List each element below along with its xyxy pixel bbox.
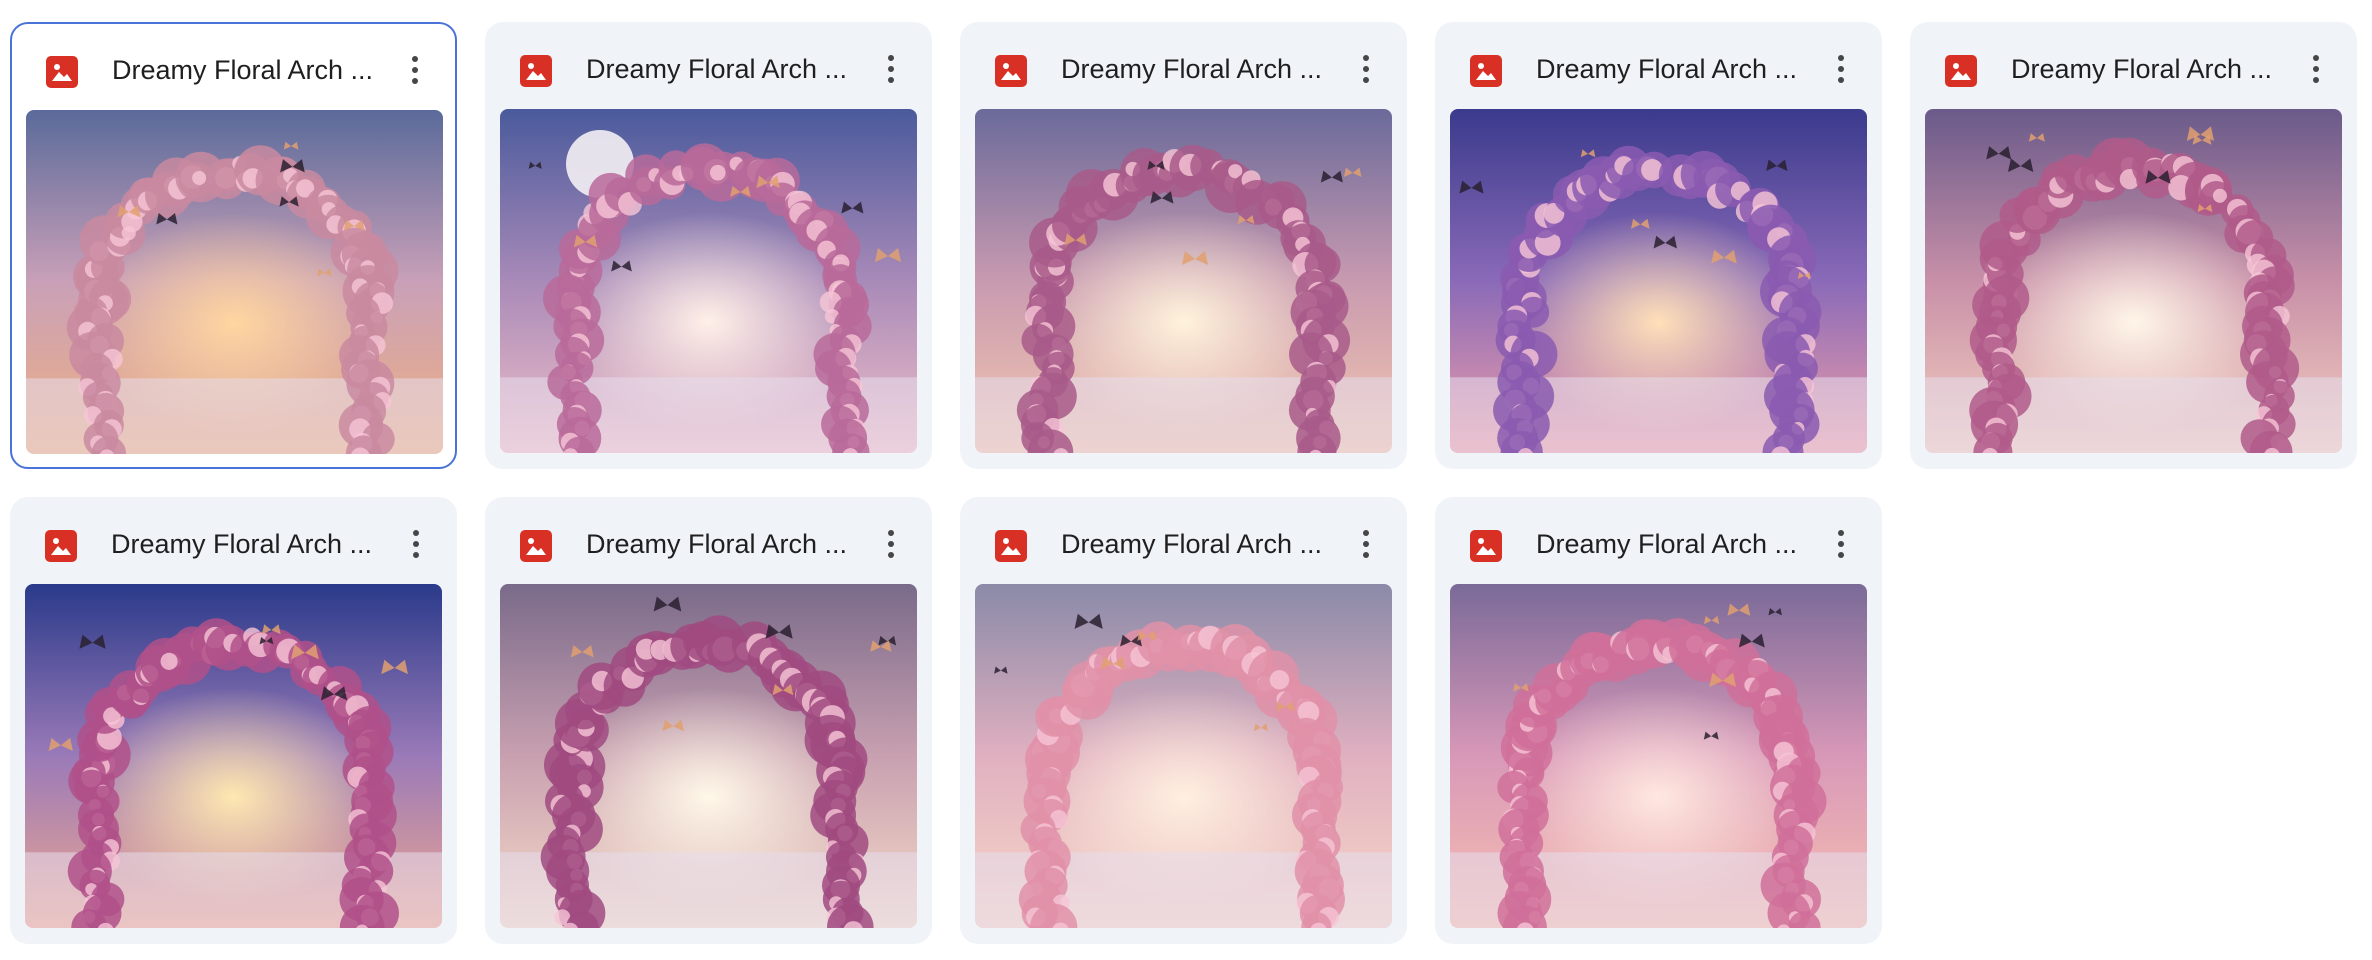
file-thumbnail[interactable] <box>500 584 917 928</box>
image-file-icon <box>1470 55 1502 87</box>
file-tile-header: Dreamy Floral Arch ... <box>12 24 455 110</box>
file-tile-header: Dreamy Floral Arch ... <box>961 23 1406 109</box>
file-name: Dreamy Floral Arch ... <box>586 54 848 84</box>
file-name: Dreamy Floral Arch ... <box>1536 54 1798 84</box>
more-vert-icon[interactable] <box>869 522 913 566</box>
file-tile-header: Dreamy Floral Arch ... <box>1436 23 1881 109</box>
file-tile[interactable]: Dreamy Floral Arch ... <box>10 497 457 944</box>
file-name: Dreamy Floral Arch ... <box>2011 54 2273 84</box>
file-name: Dreamy Floral Arch ... <box>1061 54 1323 84</box>
file-tile-header: Dreamy Floral Arch ... <box>486 498 931 584</box>
file-tile[interactable]: Dreamy Floral Arch ... <box>1435 497 1882 944</box>
file-tile[interactable]: Dreamy Floral Arch ... <box>10 22 457 469</box>
file-thumbnail[interactable] <box>25 584 442 928</box>
file-tile[interactable]: Dreamy Floral Arch ... <box>1435 22 1882 469</box>
image-file-icon <box>45 530 77 562</box>
image-file-icon <box>995 530 1027 562</box>
more-vert-icon[interactable] <box>393 48 437 92</box>
file-name: Dreamy Floral Arch ... <box>111 529 373 559</box>
file-grid: Dreamy Floral Arch ... Dreamy Floral Arc… <box>0 0 2372 960</box>
file-name: Dreamy Floral Arch ... <box>1536 529 1798 559</box>
file-thumbnail[interactable] <box>1450 109 1867 453</box>
more-vert-icon[interactable] <box>1819 47 1863 91</box>
more-vert-icon[interactable] <box>1344 47 1388 91</box>
file-thumbnail[interactable] <box>1925 109 2342 453</box>
image-file-icon <box>1945 55 1977 87</box>
file-tile-header: Dreamy Floral Arch ... <box>1436 498 1881 584</box>
more-vert-icon[interactable] <box>869 47 913 91</box>
file-tile[interactable]: Dreamy Floral Arch ... <box>485 22 932 469</box>
file-thumbnail[interactable] <box>1450 584 1867 928</box>
image-file-icon <box>520 55 552 87</box>
file-tile[interactable]: Dreamy Floral Arch ... <box>1910 22 2357 469</box>
file-name: Dreamy Floral Arch ... <box>1061 529 1323 559</box>
file-tile-header: Dreamy Floral Arch ... <box>1911 23 2356 109</box>
more-vert-icon[interactable] <box>394 522 438 566</box>
more-vert-icon[interactable] <box>2294 47 2338 91</box>
file-tile-header: Dreamy Floral Arch ... <box>961 498 1406 584</box>
file-thumbnail[interactable] <box>975 109 1392 453</box>
more-vert-icon[interactable] <box>1344 522 1388 566</box>
image-file-icon <box>520 530 552 562</box>
more-vert-icon[interactable] <box>1819 522 1863 566</box>
file-name: Dreamy Floral Arch ... <box>586 529 848 559</box>
file-tile[interactable]: Dreamy Floral Arch ... <box>960 497 1407 944</box>
file-tile[interactable]: Dreamy Floral Arch ... <box>485 497 932 944</box>
file-thumbnail[interactable] <box>500 109 917 453</box>
image-file-icon <box>46 56 78 88</box>
file-tile-header: Dreamy Floral Arch ... <box>486 23 931 109</box>
file-tile[interactable]: Dreamy Floral Arch ... <box>960 22 1407 469</box>
file-name: Dreamy Floral Arch ... <box>112 55 374 85</box>
file-thumbnail[interactable] <box>975 584 1392 928</box>
file-tile-header: Dreamy Floral Arch ... <box>11 498 456 584</box>
image-file-icon <box>1470 530 1502 562</box>
image-file-icon <box>995 55 1027 87</box>
file-thumbnail[interactable] <box>26 110 443 454</box>
